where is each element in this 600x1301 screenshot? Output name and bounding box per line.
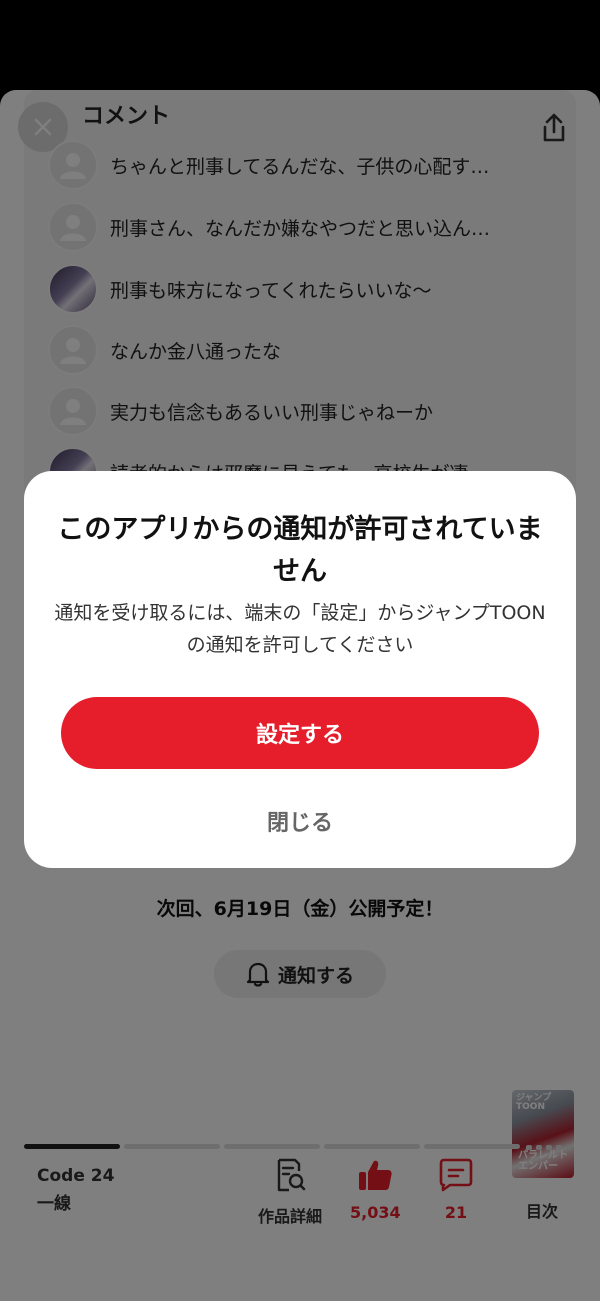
dialog-message: 通知を受け取るには、端末の「設定」からジャンプTOONの通知を許可してください [54,602,546,656]
open-settings-button[interactable]: 設定する [61,697,539,769]
dialog-title: このアプリからの通知が許可されていません [57,514,543,587]
dialog-close-button[interactable]: 閉じる [24,805,576,837]
notification-permission-dialog: このアプリからの通知が許可されていません 通知を受け取るには、端末の「設定」から… [24,471,576,868]
